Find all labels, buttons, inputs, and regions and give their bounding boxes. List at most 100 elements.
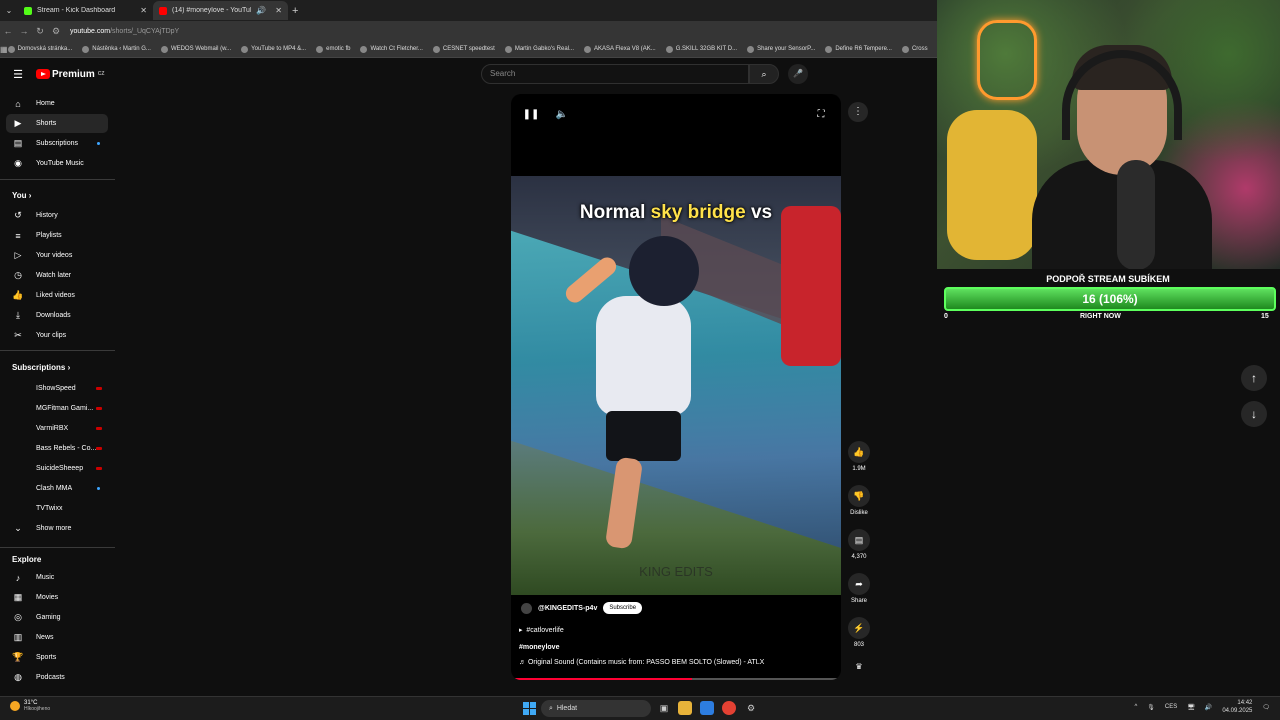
sidebar-item[interactable]: ▥ News <box>6 628 108 647</box>
pause-icon[interactable]: ❚❚ <box>522 106 540 124</box>
url-field[interactable]: youtube.com/shorts/_UqCYAjTDpY <box>70 28 179 35</box>
fullscreen-icon[interactable]: ⛶ <box>812 106 830 124</box>
sidebar-item[interactable]: ▷ Your videos <box>6 246 108 265</box>
bookmark-item[interactable]: Nástěnka ‹ Martin G... <box>82 45 151 53</box>
sidebar-item[interactable]: ≡ Playlists <box>6 226 108 245</box>
apps-grid-icon[interactable]: ▦ <box>0 45 8 54</box>
sidebar-item[interactable]: 🏆 Sports <box>6 648 108 667</box>
bookmark-item[interactable]: G.SKILL 32GB KIT D... <box>665 45 737 53</box>
sidebar-item-label: Your clips <box>36 332 67 339</box>
bookmark-item[interactable]: CESNET speedtest <box>432 45 495 53</box>
notifications-icon[interactable]: 🗨 <box>1262 704 1270 711</box>
sidebar-item[interactable]: ▶ Shorts <box>6 114 108 133</box>
sidebar-item[interactable]: ♪ Music <box>6 568 108 587</box>
search-icon[interactable]: ⌕ <box>749 64 779 84</box>
news-icon: ▥ <box>13 632 23 642</box>
comments-button[interactable]: ▤ 4,370 <box>846 529 872 560</box>
channel-name[interactable]: @KINGEDITS-p4v <box>538 605 597 612</box>
sidebar-section-heading[interactable]: Subscriptions › <box>12 363 70 372</box>
previous-short-icon[interactable]: ↑ <box>1241 365 1267 391</box>
forward-icon[interactable]: → <box>16 26 32 36</box>
share-button[interactable]: ➦ Share <box>846 573 872 604</box>
like-button[interactable]: 👍 1.9M <box>846 441 872 472</box>
sidebar-item[interactable]: ⤓ Downloads <box>6 306 108 325</box>
speaker-icon[interactable]: 🔊 <box>256 6 266 15</box>
bookmark-item[interactable]: Share your SensorP... <box>747 45 815 53</box>
tab-youtube[interactable]: (14) #moneylove - YouTube 🔊 ✕ <box>153 1 288 20</box>
sidebar-item[interactable]: ▤ Subscriptions <box>6 134 108 153</box>
more-options-icon[interactable]: ⋮ <box>848 102 868 122</box>
bookmark-item[interactable]: Define R6 Tempere... <box>825 45 892 53</box>
sidebar-item[interactable]: MGFitman Gami... <box>6 399 108 418</box>
sidebar-item[interactable]: Bass Rebels - Co... <box>6 439 108 458</box>
volume-icon[interactable]: 🔈 <box>553 106 571 124</box>
shorts-player[interactable]: ❚❚ 🔈 ⛶ Normal sky bridge vs KING EDITS @… <box>511 94 841 680</box>
sidebar-section-heading[interactable]: You › <box>12 191 31 200</box>
channel-avatar[interactable] <box>521 602 532 614</box>
volume-tray-icon[interactable]: 🔊 <box>1205 704 1212 711</box>
bookmark-item[interactable]: Domovská stránka... <box>7 45 72 53</box>
microphone-tray-icon[interactable]: 🎙 <box>1147 704 1155 711</box>
youtube-favicon-icon <box>159 6 167 15</box>
youtube-logo[interactable]: Premium CZ <box>36 69 104 80</box>
close-tab-icon[interactable]: ✕ <box>275 6 282 15</box>
sidebar-item[interactable]: ◍ Podcasts <box>6 668 108 687</box>
close-tab-icon[interactable]: ✕ <box>140 6 147 15</box>
store-icon[interactable] <box>700 701 714 715</box>
bookmark-item[interactable]: AKASA Flexa V8 (AK... <box>584 45 656 53</box>
sidebar-item[interactable]: IShowSpeed <box>6 379 108 398</box>
sidebar-item[interactable]: Clash MMA <box>6 479 108 498</box>
subscribe-button[interactable]: Subscribe <box>603 602 643 614</box>
bookmark-item[interactable]: Martin Gabko's Real... <box>504 45 574 53</box>
sidebar-item[interactable]: ⌂ Home <box>6 94 108 113</box>
chrome-icon[interactable] <box>722 701 736 715</box>
remix-button[interactable]: ⚡ 803 <box>846 617 872 648</box>
new-tab-icon[interactable]: + <box>292 5 298 17</box>
search-input[interactable]: Search <box>481 64 749 84</box>
bookmark-item[interactable]: emotic fb <box>316 45 350 53</box>
sidebar-item[interactable]: ✂ Your clips <box>6 326 108 345</box>
bookmark-item[interactable]: Cross <box>901 45 928 53</box>
sound-avatar[interactable]: ♛ <box>846 662 872 671</box>
bookmark-item[interactable]: YouTube to MP4 &... <box>241 45 306 53</box>
microphone-icon[interactable]: 🎤 <box>788 64 808 84</box>
weather-widget[interactable]: 31°C Hlkoojiheno <box>10 700 50 712</box>
bookmark-item[interactable]: WEDOS Webmail (w... <box>160 45 231 53</box>
sound-link[interactable]: ♬ Original Sound (Contains music from: P… <box>519 659 764 666</box>
sidebar-item[interactable]: 👍 Liked videos <box>6 286 108 305</box>
site-info-icon[interactable]: ⚙ <box>48 26 64 37</box>
back-icon[interactable]: ← <box>0 26 16 36</box>
clock[interactable]: 14:42 04.09.2025 <box>1222 699 1252 715</box>
task-view-icon[interactable]: ▣ <box>657 701 671 715</box>
windows-start-icon[interactable] <box>523 702 536 715</box>
language-indicator[interactable]: CES <box>1165 704 1177 710</box>
progress-bar[interactable] <box>515 678 837 680</box>
bookmark-item[interactable]: Watch Ct Fletcher... <box>360 45 423 53</box>
sidebar-item[interactable]: ↺ History <box>6 206 108 225</box>
dislike-button[interactable]: 👎 Dislike <box>846 485 872 516</box>
file-explorer-icon[interactable] <box>678 701 692 715</box>
bookmarks-bar: ▦ Domovská stránka... Nástěnka ‹ Martin G… <box>0 41 937 58</box>
tab-kick-dashboard[interactable]: Stream - Kick Dashboard ✕ <box>18 1 153 20</box>
sidebar-item[interactable]: ◉ YouTube Music <box>6 154 108 173</box>
taskbar-search[interactable]: ⌕ Hledat <box>541 700 651 717</box>
short-title[interactable]: #moneylove <box>519 644 559 651</box>
sidebar-item[interactable]: VarmiRBX <box>6 419 108 438</box>
network-icon[interactable]: 🖥 <box>1187 704 1195 711</box>
hashtag-link[interactable]: ▸ #catloverlife <box>519 626 564 634</box>
sidebar-item[interactable]: TVTwixx <box>6 499 108 518</box>
menu-icon[interactable]: ☰ <box>0 68 36 81</box>
show-hidden-icon[interactable]: ^ <box>1134 704 1137 710</box>
reload-icon[interactable]: ↻ <box>32 26 48 37</box>
sidebar-divider <box>0 179 115 180</box>
sidebar-item[interactable]: SuicideSheeep <box>6 459 108 478</box>
video-frame[interactable]: Normal sky bridge vs KING EDITS <box>511 176 841 595</box>
tab-search-icon[interactable]: ⌄ <box>0 6 18 15</box>
weather-desc: Hlkoojiheno <box>24 706 51 712</box>
sidebar-item[interactable]: ⌄ Show more <box>6 519 108 538</box>
next-short-icon[interactable]: ↓ <box>1241 401 1267 427</box>
settings-icon[interactable]: ⚙ <box>744 701 758 715</box>
sidebar-item[interactable]: ◷ Watch later <box>6 266 108 285</box>
sidebar-item[interactable]: ◎ Gaming <box>6 608 108 627</box>
sidebar-item[interactable]: ▦ Movies <box>6 588 108 607</box>
